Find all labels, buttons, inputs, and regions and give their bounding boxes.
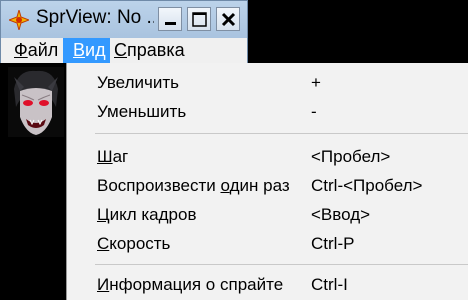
menu-help[interactable]: Справка <box>114 38 209 63</box>
menu-item-zoom-out[interactable]: Уменьшить - <box>67 98 468 127</box>
minimize-button[interactable] <box>158 7 182 31</box>
menu-item-speed[interactable]: Скорость Ctrl-P <box>67 230 468 259</box>
sprite-image <box>8 67 64 137</box>
menu-separator <box>95 264 468 265</box>
menu-view-label: ид <box>85 40 106 60</box>
menu-item-sprite-info[interactable]: Информация о спрайте Ctrl-I <box>67 271 468 300</box>
menu-item-step[interactable]: Шаг <Пробел> <box>67 143 468 172</box>
sprite-canvas <box>0 63 70 300</box>
menu-item-zoom-in[interactable]: Увеличить + <box>67 69 468 98</box>
menu-item-loop-frames[interactable]: Цикл кадров <Ввод> <box>67 201 468 230</box>
menu-item-label: Скорость <box>97 234 171 253</box>
view-menu-dropdown: Увеличить + Уменьшить - Шаг <Пробел> Вос… <box>66 63 468 300</box>
minimize-icon <box>165 22 176 25</box>
menu-bar: Файл Вид Справка <box>0 38 248 63</box>
menu-item-shortcut: Ctrl-P <box>311 234 355 253</box>
window-title: SprView: No ... <box>36 7 154 28</box>
menu-separator <box>95 133 468 134</box>
menu-item-label: Шаг <box>97 147 129 166</box>
app-icon <box>9 10 29 30</box>
close-button[interactable] <box>216 7 240 31</box>
menu-item-label: Увеличить <box>97 73 179 92</box>
menu-item-shortcut: Ctrl-I <box>311 275 348 294</box>
menu-item-play-once[interactable]: Воспроизвести один раз Ctrl-<Пробел> <box>67 172 468 201</box>
menu-item-shortcut: <Ввод> <box>311 205 371 224</box>
menu-view[interactable]: Вид <box>63 38 110 63</box>
maximize-button[interactable] <box>187 7 211 31</box>
menu-item-shortcut: - <box>311 102 317 121</box>
menu-item-label: Воспроизвести один раз <box>97 176 290 195</box>
menu-item-shortcut: Ctrl-<Пробел> <box>311 176 423 195</box>
menu-help-label: правка <box>127 40 185 60</box>
menu-view-accel: В <box>73 40 86 60</box>
title-bar[interactable]: SprView: No ... <box>0 0 248 38</box>
maximize-icon <box>192 12 207 27</box>
menu-item-label: Информация о спрайте <box>97 275 284 294</box>
close-icon <box>221 12 236 27</box>
menu-file-accel: Ф <box>14 40 28 60</box>
menu-item-shortcut: <Пробел> <box>311 147 391 166</box>
menu-item-shortcut: + <box>311 73 321 92</box>
menu-item-label: Цикл кадров <box>97 205 197 224</box>
menu-file[interactable]: Файл <box>6 38 61 63</box>
menu-file-label: айл <box>27 40 59 60</box>
menu-item-label: Уменьшить <box>97 102 187 121</box>
menu-help-accel: С <box>114 40 127 60</box>
